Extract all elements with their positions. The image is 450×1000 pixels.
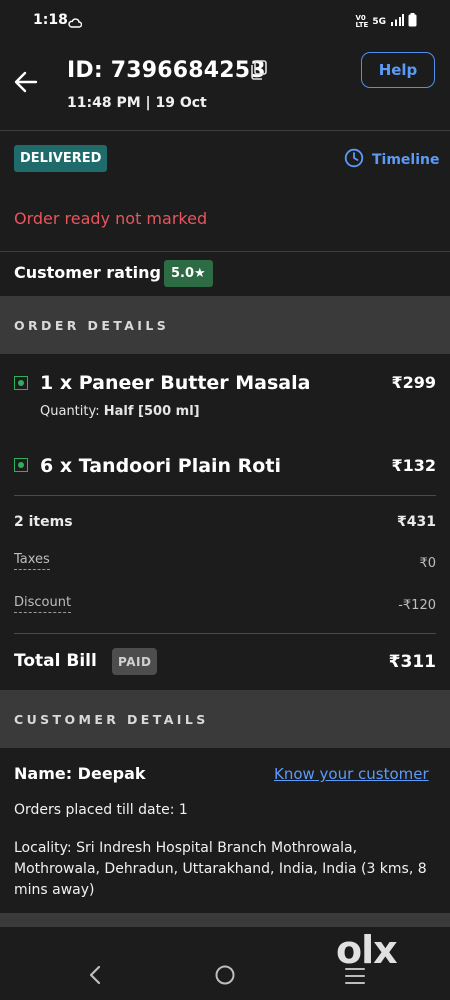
copy-icon[interactable] — [250, 60, 268, 84]
item-price: ₹299 — [391, 373, 436, 392]
customer-name: Name: Deepak — [14, 764, 146, 783]
divider — [14, 495, 436, 496]
customer-rating-label: Customer rating — [14, 263, 161, 282]
veg-icon — [14, 458, 28, 472]
divider — [0, 130, 450, 131]
customer-details-heading: CUSTOMER DETAILS — [0, 690, 450, 748]
rating-badge: 5.0★ — [164, 260, 213, 287]
section-title: CUSTOMER DETAILS — [14, 711, 209, 727]
total-bill-label: Total Bill — [14, 651, 97, 671]
order-id: ID: 7396684253 — [67, 58, 266, 83]
signal-icon — [390, 14, 404, 29]
veg-icon — [14, 376, 28, 390]
cloud-icon — [68, 13, 83, 32]
quantity-label: Quantity: — [40, 404, 100, 419]
battery-icon — [408, 13, 417, 30]
items-count: 2 items — [14, 514, 73, 530]
divider — [0, 251, 450, 252]
section-title: ORDER DETAILS — [14, 317, 170, 333]
timeline-label: Timeline — [372, 152, 440, 168]
status-badge: DELIVERED — [14, 145, 108, 172]
nav-home-icon[interactable] — [214, 964, 236, 990]
quantity-value: Half [500 ml] — [103, 404, 200, 419]
taxes-label[interactable]: Taxes — [14, 552, 50, 570]
discount-label[interactable]: Discount — [14, 595, 72, 613]
volte-icon: V0 LTE — [355, 13, 369, 29]
status-bar: 1:18 V0 LTE 5G — [0, 0, 450, 42]
timeline-button[interactable]: Timeline — [344, 148, 440, 172]
back-arrow-icon[interactable] — [12, 68, 40, 100]
network-label: 5G — [372, 16, 386, 27]
customer-locality: Locality: Sri Indresh Hospital Branch Mo… — [14, 840, 427, 898]
items-subtotal: ₹431 — [397, 514, 436, 530]
divider — [14, 633, 436, 634]
order-warning: Order ready not marked — [14, 209, 208, 228]
section-divider — [0, 913, 450, 927]
help-button[interactable]: Help — [361, 52, 435, 88]
item-name: 6 x Tandoori Plain Roti — [40, 455, 281, 477]
item-quantity: Quantity: Half [500 ml] — [40, 404, 200, 419]
olx-watermark: olx — [336, 928, 398, 972]
clock-icon — [344, 148, 364, 172]
orders-placed: Orders placed till date: 1 — [14, 802, 188, 818]
order-details-heading: ORDER DETAILS — [0, 296, 450, 354]
order-datetime: 11:48 PM | 19 Oct — [67, 95, 207, 111]
total-bill-value: ₹311 — [388, 652, 436, 672]
item-name: 1 x Paneer Butter Masala — [40, 372, 311, 394]
discount-value: -₹120 — [398, 598, 436, 613]
taxes-value: ₹0 — [419, 556, 436, 571]
nav-back-icon[interactable] — [86, 964, 104, 990]
item-price: ₹132 — [391, 456, 436, 475]
know-your-customer-link[interactable]: Know your customer — [274, 765, 429, 783]
paid-badge: PAID — [112, 648, 158, 675]
status-time: 1:18 — [33, 12, 68, 28]
